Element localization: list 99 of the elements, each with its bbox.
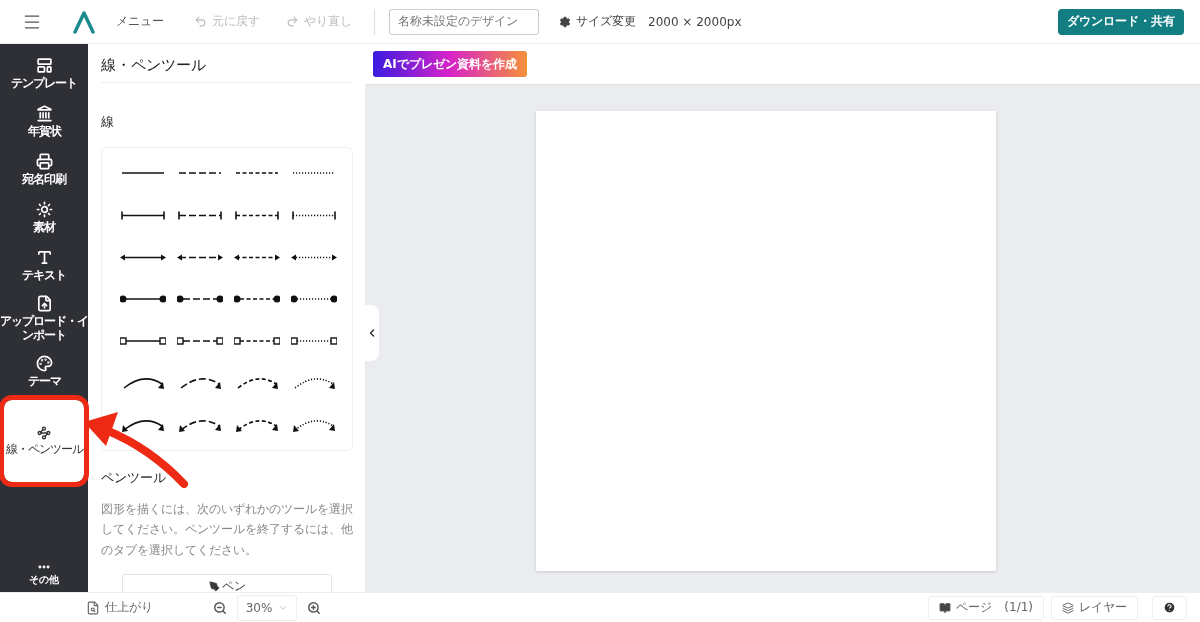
help-icon <box>1163 601 1176 614</box>
sidebar-label: 年賀状 <box>27 125 61 139</box>
line-style-icon <box>119 253 166 261</box>
line-style-icon <box>176 337 223 345</box>
sidebar-item[interactable]: 宛名印刷 <box>0 146 88 194</box>
sidebar-label: アップロード・インポート <box>0 315 88 343</box>
help-button[interactable] <box>1152 595 1187 620</box>
section-heading: 線 <box>101 113 115 131</box>
line-style-icon <box>290 295 337 303</box>
sidebar-item[interactable]: テーマ <box>0 348 88 396</box>
letter-icon <box>35 249 53 267</box>
line-style-icon <box>233 295 280 303</box>
pen-icon <box>208 580 220 592</box>
sidebar-item[interactable]: テンプレート <box>0 50 88 98</box>
line-style-icon <box>290 210 337 220</box>
line-style-icon <box>119 172 166 174</box>
line-style-button[interactable] <box>119 253 166 261</box>
line-style-button[interactable] <box>176 337 223 345</box>
line-style-button[interactable] <box>290 253 337 261</box>
layers-icon <box>1062 601 1074 614</box>
sidebar-item[interactable]: 素材 <box>0 194 88 242</box>
line-style-button[interactable] <box>119 210 166 220</box>
line-style-icon <box>233 417 280 433</box>
line-style-button[interactable] <box>290 295 337 303</box>
palette-icon <box>35 355 53 373</box>
line-style-icon <box>119 337 166 345</box>
sidebar-item[interactable]: アップロード・インポート <box>0 290 88 348</box>
line-style-button[interactable] <box>290 417 337 433</box>
file-upload-icon <box>35 295 53 313</box>
zoom-out-icon[interactable] <box>213 600 227 615</box>
book-icon <box>939 601 952 614</box>
sidebar-label: 線・ペンツール <box>5 442 83 457</box>
design-name-field[interactable]: 名称未設定のデザイン <box>389 8 539 35</box>
ai-presentation-button[interactable]: AIでプレゼン資料を作成 <box>373 51 527 77</box>
line-style-button[interactable] <box>176 253 223 261</box>
line-style-button[interactable] <box>290 337 337 345</box>
line-style-icon <box>119 210 166 220</box>
pen-button[interactable]: ペン <box>122 574 332 592</box>
sidebar-label: 宛名印刷 <box>22 173 66 187</box>
zoom-in-glyph <box>307 600 321 615</box>
sidebar-item[interactable]: 年賀状 <box>0 98 88 146</box>
line-style-icon <box>176 417 223 433</box>
sidebar-label: テキスト <box>22 269 66 283</box>
line-style-icon <box>290 253 337 261</box>
line-style-icon <box>176 172 223 174</box>
line-style-button[interactable] <box>176 417 223 433</box>
line-style-button[interactable] <box>290 210 337 220</box>
line-style-icon <box>119 295 166 303</box>
size-text: 2000 × 2000px <box>648 14 742 29</box>
layout-icon <box>35 57 53 75</box>
sun-icon <box>35 201 53 219</box>
undo-icon <box>194 15 207 28</box>
line-style-button[interactable] <box>233 253 280 261</box>
line-style-icon <box>290 417 337 433</box>
line-style-button[interactable] <box>176 172 223 174</box>
line-style-button[interactable] <box>176 295 223 303</box>
zoom-select[interactable]: 30% <box>237 594 297 621</box>
line-style-button[interactable] <box>233 172 280 174</box>
nodes-icon <box>37 425 51 440</box>
line-style-button[interactable] <box>233 337 280 345</box>
redo-icon <box>286 15 299 28</box>
line-style-button[interactable] <box>176 210 223 220</box>
sidebar-label: 素材 <box>33 221 55 235</box>
line-style-button[interactable] <box>119 417 166 433</box>
document-icon <box>86 600 100 615</box>
menu-button[interactable]: メニュー <box>116 13 164 30</box>
sidebar-item[interactable]: テキスト <box>0 242 88 290</box>
pen-description: 図形を描くには、次のいずれかのツールを選択してください。ペンツールを終了するには、他のタブを選択してください。 <box>101 501 353 559</box>
line-style-icon <box>233 210 280 220</box>
sidebar-label: テーマ <box>27 375 61 389</box>
section-heading: ペンツール <box>101 469 167 487</box>
line-style-button[interactable] <box>119 337 166 345</box>
line-style-icon <box>176 210 223 220</box>
resize-button[interactable]: サイズ変更 <box>559 13 636 30</box>
page-button[interactable]: ページ (1/1) <box>928 595 1044 620</box>
more-button[interactable]: その他 <box>0 560 88 592</box>
download-button[interactable]: ダウンロード・共有 <box>1058 8 1184 35</box>
panel-title: 線・ペンツール <box>101 52 353 83</box>
settings-icon <box>559 15 571 28</box>
line-style-button[interactable] <box>233 295 280 303</box>
zoom-out-glyph <box>213 600 227 615</box>
layer-button[interactable]: レイヤー <box>1051 595 1138 620</box>
line-style-icon <box>233 337 280 345</box>
line-style-icon <box>176 253 223 261</box>
finish-button[interactable]: 仕上がり <box>86 599 153 616</box>
printer-icon <box>35 153 53 171</box>
sidebar-label: テンプレート <box>11 77 77 91</box>
line-style-button[interactable] <box>119 295 166 303</box>
line-style-button[interactable] <box>119 172 166 174</box>
zoom-in-icon[interactable] <box>307 600 321 615</box>
line-style-button[interactable] <box>233 417 280 433</box>
line-style-icon <box>233 172 280 174</box>
line-style-button[interactable] <box>233 210 280 220</box>
line-style-icon <box>233 253 280 261</box>
line-style-icon <box>290 337 337 345</box>
line-style-icon <box>176 295 223 303</box>
line-style-icon <box>119 417 166 433</box>
collapse-handle[interactable] <box>365 305 379 361</box>
logo-icon <box>72 9 96 34</box>
